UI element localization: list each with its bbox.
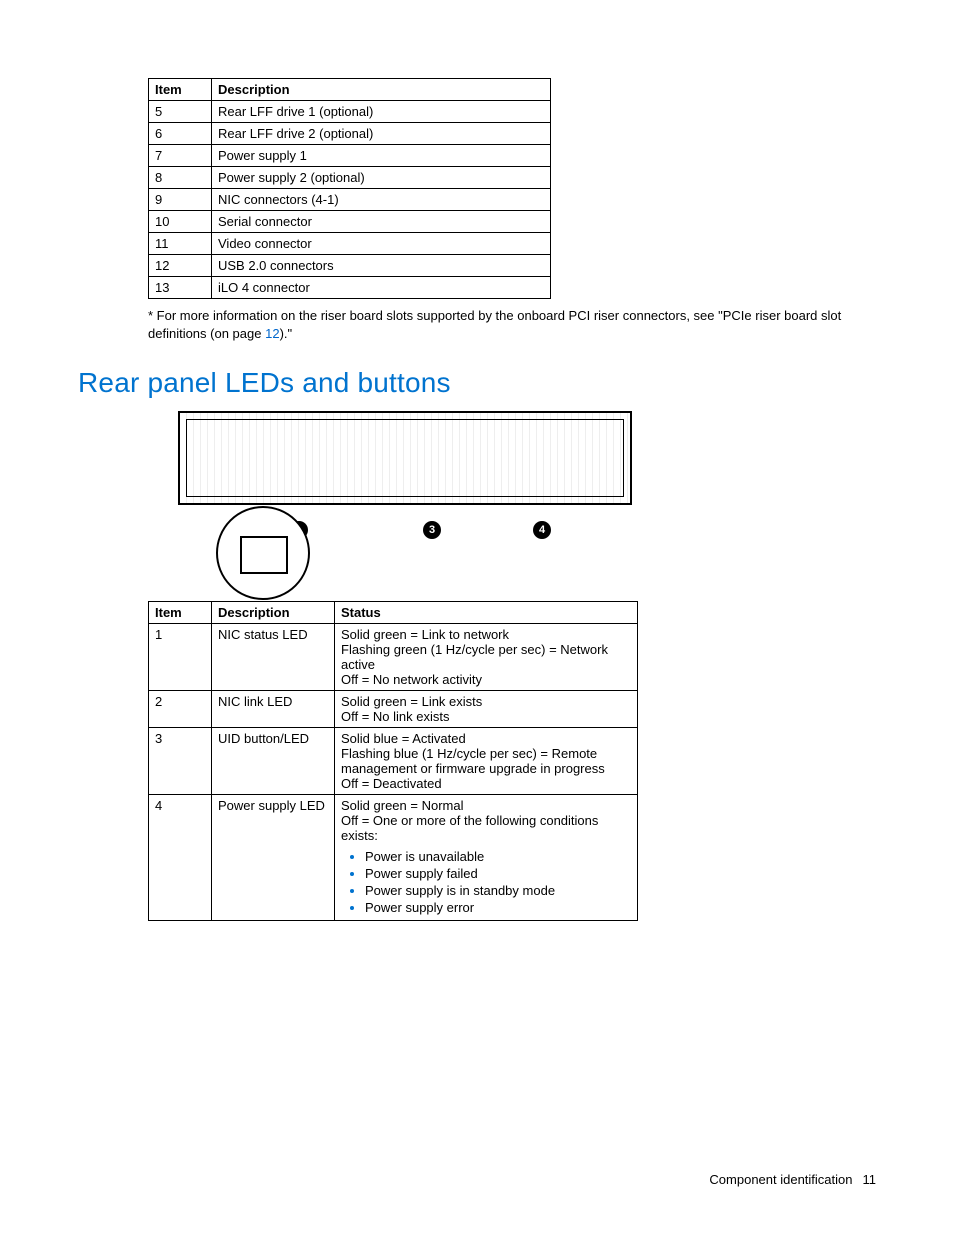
table-row: 1 NIC status LED Solid green = Link to n… [149, 624, 638, 691]
status-cell: Solid green = Link to networkFlashing gr… [335, 624, 638, 691]
footer-section: Component identification [709, 1172, 852, 1187]
footer-page-number: 11 [863, 1172, 877, 1187]
page-link-12[interactable]: 12 [265, 326, 279, 341]
list-item: Power supply is in standby mode [365, 883, 631, 898]
list-item: Power is unavailable [365, 849, 631, 864]
table-row: 9NIC connectors (4-1) [149, 189, 551, 211]
status-cell: Solid blue = ActivatedFlashing blue (1 H… [335, 728, 638, 795]
col-item: Item [149, 602, 212, 624]
rear-panel-diagram [178, 411, 632, 505]
status-cell: Solid green = Link existsOff = No link e… [335, 691, 638, 728]
table-row: 11Video connector [149, 233, 551, 255]
rear-panel-components-table: Item Description 5Rear LFF drive 1 (opti… [148, 78, 551, 299]
status-cell: Solid green = NormalOff = One or more of… [335, 795, 638, 921]
table-row: 12USB 2.0 connectors [149, 255, 551, 277]
callout-4: 4 [533, 521, 551, 539]
table-row: 7Power supply 1 [149, 145, 551, 167]
page-footer: Component identification 11 [709, 1172, 876, 1187]
table-row: 4 Power supply LED Solid green = NormalO… [149, 795, 638, 921]
table-row: 10Serial connector [149, 211, 551, 233]
col-description: Description [212, 79, 551, 101]
callout-3: 3 [423, 521, 441, 539]
list-item: Power supply failed [365, 866, 631, 881]
power-supply-conditions: Power is unavailable Power supply failed… [341, 849, 631, 915]
table-row: 8Power supply 2 (optional) [149, 167, 551, 189]
rear-panel-led-table: Item Description Status 1 NIC status LED… [148, 601, 638, 921]
table-row: 5Rear LFF drive 1 (optional) [149, 101, 551, 123]
col-description: Description [212, 602, 335, 624]
diagram-callouts: 1 2 3 4 [178, 511, 628, 601]
detail-magnifier-icon [216, 506, 310, 600]
section-heading: Rear panel LEDs and buttons [78, 367, 876, 399]
list-item: Power supply error [365, 900, 631, 915]
table-row: 13iLO 4 connector [149, 277, 551, 299]
col-item: Item [149, 79, 212, 101]
table-row: 6Rear LFF drive 2 (optional) [149, 123, 551, 145]
riser-footnote: * For more information on the riser boar… [148, 307, 876, 343]
table-row: 2 NIC link LED Solid green = Link exists… [149, 691, 638, 728]
col-status: Status [335, 602, 638, 624]
table-row: 3 UID button/LED Solid blue = ActivatedF… [149, 728, 638, 795]
